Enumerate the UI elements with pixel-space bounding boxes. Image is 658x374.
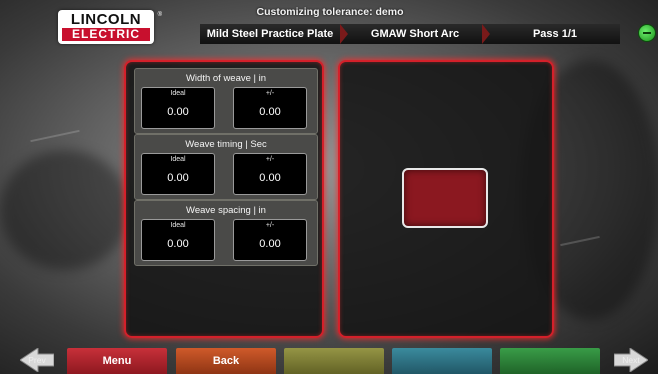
tolerance-label: +/- (265, 156, 275, 163)
ideal-label: Ideal (170, 222, 186, 229)
function-button-3[interactable] (284, 348, 384, 374)
page-title: Customizing tolerance: demo (256, 6, 404, 18)
tolerance-value: 0.00 (259, 238, 281, 250)
visualization-panel (338, 60, 554, 338)
tolerance-label: +/- (265, 90, 275, 97)
ideal-label: Ideal (170, 90, 186, 97)
function-button-4[interactable] (392, 348, 492, 374)
breadcrumb-item-pass: Pass 1/1 (532, 28, 578, 40)
tolerance-panel: Width of weave | in Ideal 0.00 +/- 0.00 … (124, 60, 324, 338)
logo-top-text: LINCOLN (70, 11, 142, 28)
ideal-value-field[interactable]: Ideal 0.00 (141, 87, 215, 129)
breadcrumb-item-plate: Mild Steel Practice Plate (206, 28, 334, 40)
tolerance-value-field[interactable]: +/- 0.00 (233, 219, 307, 261)
logo-registered-mark: ® (157, 12, 162, 18)
next-button[interactable]: Next (614, 348, 648, 372)
logo-bottom-text: ELECTRIC (62, 28, 150, 41)
tolerance-group-weave-spacing: Weave spacing | in Ideal 0.00 +/- 0.00 (134, 200, 318, 266)
next-label: Next (622, 355, 640, 365)
tolerance-value-field[interactable]: +/- 0.00 (233, 153, 307, 195)
group-title: Width of weave | in (185, 73, 267, 84)
back-button[interactable]: Back (176, 348, 276, 374)
ideal-value-field[interactable]: Ideal 0.00 (141, 219, 215, 261)
ideal-value: 0.00 (167, 238, 189, 250)
status-indicator-icon (638, 24, 656, 42)
breadcrumb: Mild Steel Practice Plate GMAW Short Arc… (200, 24, 620, 44)
prev-label: Prev (28, 355, 46, 365)
background-streak (30, 129, 80, 143)
ideal-value: 0.00 (167, 172, 189, 184)
ideal-value: 0.00 (167, 106, 189, 118)
ideal-value-field[interactable]: Ideal 0.00 (141, 153, 215, 195)
group-title: Weave spacing | in (186, 205, 266, 216)
lincoln-electric-logo: LINCOLN ELECTRIC ® (58, 10, 162, 44)
menu-button[interactable]: Menu (67, 348, 167, 374)
tolerance-value: 0.00 (259, 106, 281, 118)
tolerance-target-block (402, 168, 488, 228)
tolerance-group-weave-timing: Weave timing | Sec Ideal 0.00 +/- 0.00 (134, 134, 318, 200)
background-shadow (0, 150, 130, 270)
breadcrumb-item-process: GMAW Short Arc (370, 28, 460, 40)
tolerance-value: 0.00 (259, 172, 281, 184)
chevron-right-icon (340, 24, 348, 44)
prev-button[interactable]: Prev (20, 348, 54, 372)
function-button-5[interactable] (500, 348, 600, 374)
chevron-right-icon (482, 24, 490, 44)
tolerance-value-field[interactable]: +/- 0.00 (233, 87, 307, 129)
ideal-label: Ideal (170, 156, 186, 163)
tolerance-group-width-of-weave: Width of weave | in Ideal 0.00 +/- 0.00 (134, 68, 318, 134)
group-title: Weave timing | Sec (185, 139, 267, 150)
tolerance-label: +/- (265, 222, 275, 229)
